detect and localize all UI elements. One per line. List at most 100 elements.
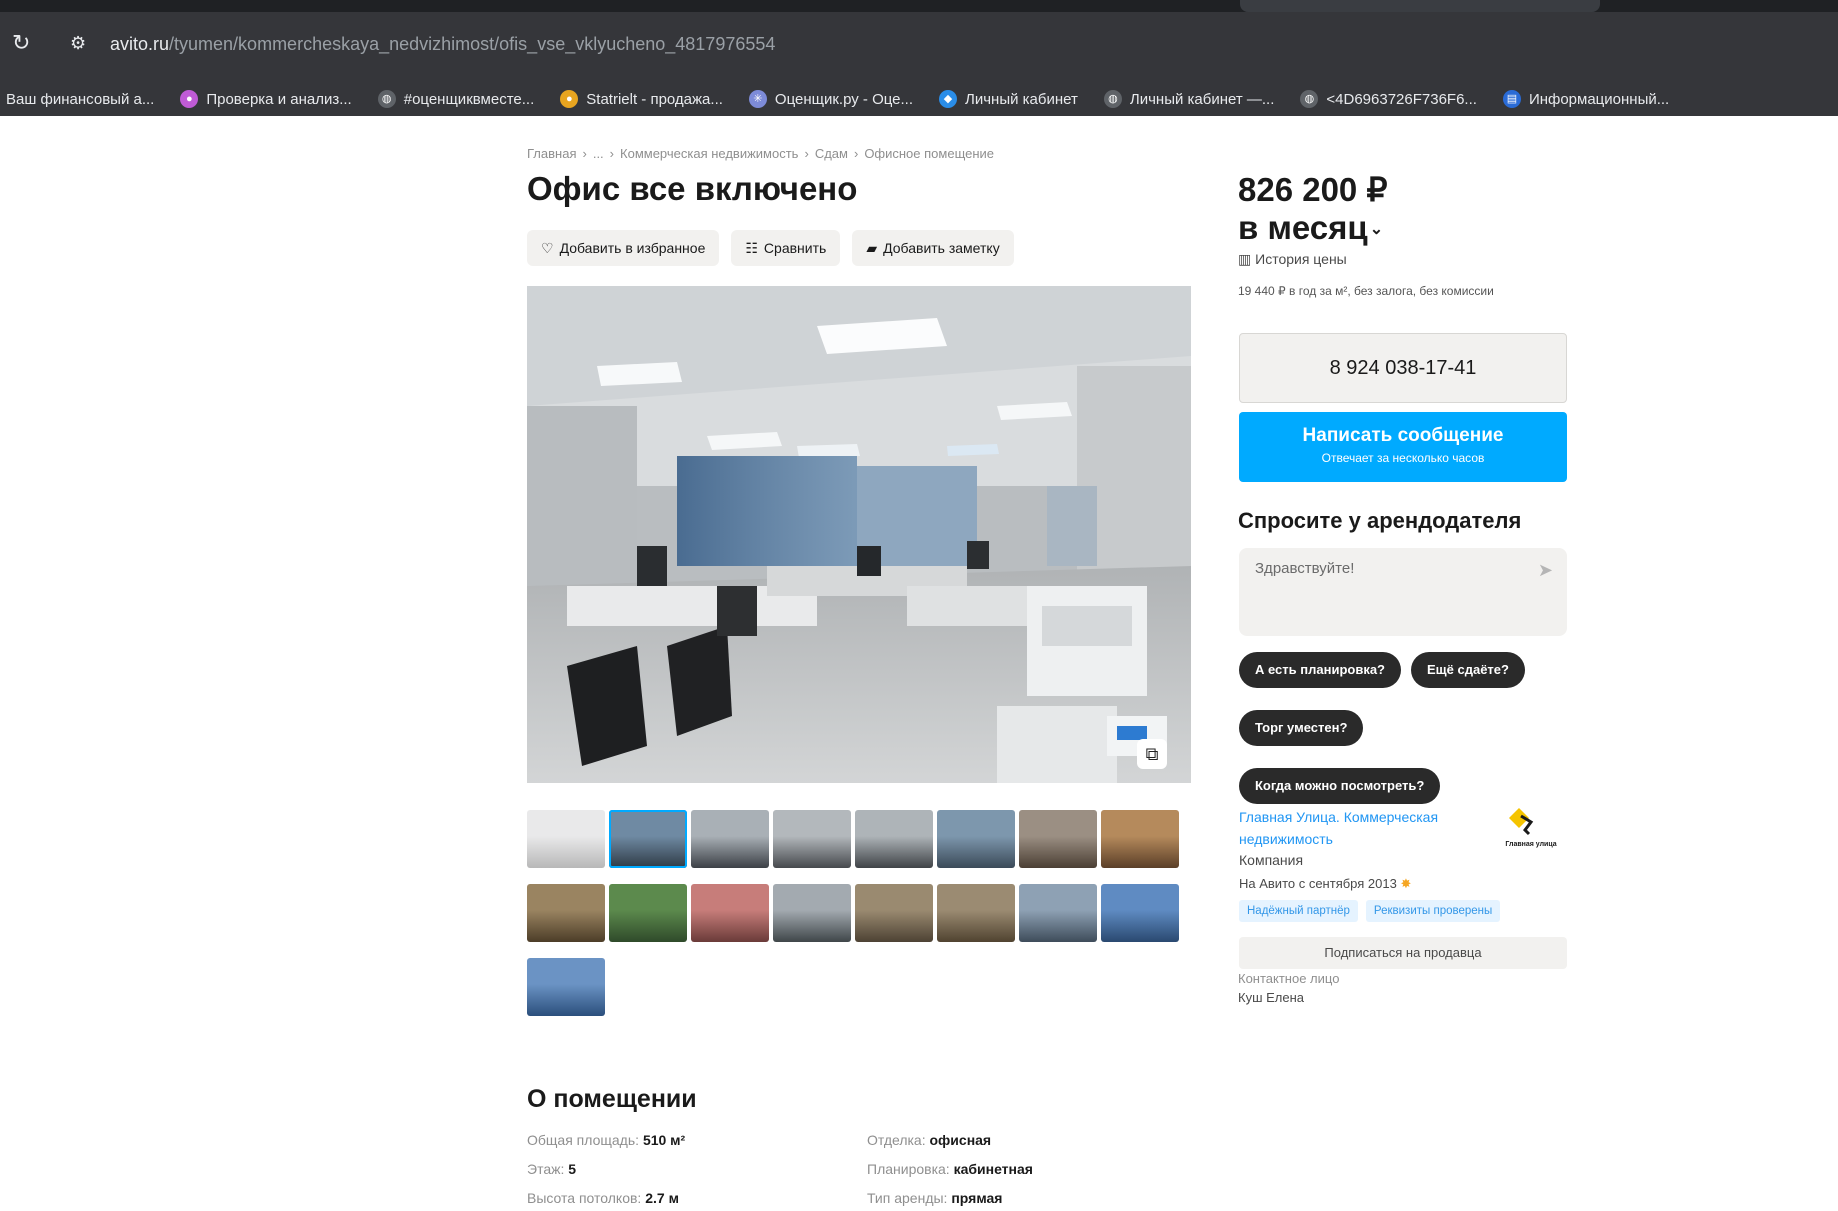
write-message-button[interactable]: Написать сообщение Отвечает за несколько…	[1239, 412, 1567, 482]
seller-badge: Реквизиты проверены	[1365, 900, 1501, 922]
photo-thumbnail[interactable]	[609, 884, 687, 942]
breadcrumb-item[interactable]: Коммерческая недвижимость	[620, 146, 798, 161]
param-row: Общая площадь: 510 м²	[527, 1132, 867, 1148]
globe-icon: ◍	[1300, 90, 1319, 108]
breadcrumb-separator: ›	[582, 146, 587, 161]
chart-icon: ▥	[1238, 251, 1252, 267]
param-row: Тип аренды: прямая	[867, 1190, 1107, 1206]
photo-thumbnail[interactable]	[773, 884, 851, 942]
price-history-label: История цены	[1255, 251, 1347, 267]
photo-thumbnail[interactable]	[691, 884, 769, 942]
bookmark-label: <4D6963726F736F6...	[1326, 90, 1477, 108]
photo-thumbnail[interactable]	[855, 884, 933, 942]
seller-logo[interactable]: Главная улица	[1495, 806, 1567, 852]
listing-actions: ♡ Добавить в избранное ☷ Сравнить ▰ Доба…	[527, 230, 1014, 266]
compare-button[interactable]: ☷ Сравнить	[731, 230, 841, 266]
photo-thumbnail[interactable]	[1019, 810, 1097, 868]
star-icon: ✳	[748, 90, 767, 108]
price-period-selector[interactable]: в месяц ⌄	[1238, 208, 1383, 250]
bookmark-item[interactable]: ◆ Личный кабинет	[939, 90, 1078, 108]
quick-question-chip[interactable]: А есть планировка?	[1239, 652, 1401, 688]
param-value: прямая	[951, 1190, 1003, 1206]
compare-label: Сравнить	[763, 240, 827, 256]
param-key: Планировка:	[867, 1161, 950, 1177]
office-photo	[527, 286, 1191, 783]
bookmark-item[interactable]: ◍ Личный кабинет —...	[1103, 90, 1275, 108]
main-photo[interactable]: ⧉	[527, 286, 1191, 783]
photo-thumbnail[interactable]	[1101, 884, 1179, 942]
show-phone-button[interactable]: 8 924 038-17-41	[1239, 333, 1567, 403]
bookmark-item[interactable]: ✳ Оценщик.ру - Оце...	[748, 90, 913, 108]
seller-logo-text: Главная улица	[1505, 841, 1556, 848]
add-to-favorites-button[interactable]: ♡ Добавить в избранное	[527, 230, 720, 266]
bookmark-item[interactable]: Ваш финансовый а...	[6, 91, 154, 108]
contact-person-label: Контактное лицо	[1238, 971, 1340, 986]
address-bar[interactable]: avito.ru/tyumen/kommercheskaya_nedvizhim…	[110, 34, 775, 55]
seller-since: На Авито с сентября 2013 ✸	[1239, 876, 1411, 892]
photo-thumbnail[interactable]	[937, 884, 1015, 942]
seller-since-text: На Авито с сентября 2013	[1239, 876, 1397, 891]
site-settings-icon[interactable]: ⚙	[70, 32, 94, 54]
about-params: Общая площадь: 510 м² Отделка: офисная Эта…	[527, 1132, 1107, 1206]
bookmark-item[interactable]: ● Statrielt - продажа...	[560, 90, 723, 108]
price-history-link[interactable]: ▥ История цены	[1238, 251, 1347, 268]
breadcrumb-item[interactable]: Главная	[527, 146, 576, 161]
breadcrumb-item[interactable]: Сдам	[815, 146, 848, 161]
note-icon: ▰	[866, 239, 878, 256]
contact-person-name: Куш Елена	[1238, 990, 1305, 1005]
photo-thumbnail[interactable]	[609, 810, 687, 868]
bookmark-item[interactable]: ◍ #оценщиквместе...	[377, 90, 534, 108]
breadcrumb-item[interactable]: ...	[593, 146, 604, 161]
bookmark-item[interactable]: ● Проверка и анализ...	[180, 90, 352, 108]
bookmark-item[interactable]: ◍ <4D6963726F736F6...	[1300, 90, 1477, 108]
photo-thumbnail[interactable]	[527, 810, 605, 868]
photo-thumbnail[interactable]	[527, 958, 605, 1016]
bookmark-label: Личный кабинет —...	[1129, 90, 1275, 108]
param-key: Высота потолков:	[527, 1190, 642, 1206]
photo-thumbnails	[527, 810, 1187, 1016]
param-row: Высота потолков: 2.7 м	[527, 1190, 867, 1206]
param-value: кабинетная	[953, 1161, 1033, 1177]
photo-thumbnail[interactable]	[527, 884, 605, 942]
photo-thumbnail[interactable]	[773, 810, 851, 868]
price-period: в месяц	[1238, 209, 1368, 246]
seller-name-link[interactable]: Главная Улица. Коммерческая недвижимость	[1239, 806, 1479, 850]
photo-thumbnail[interactable]	[855, 810, 933, 868]
quick-question-chip[interactable]: Торг уместен?	[1239, 710, 1364, 746]
bookmark-label: Проверка и анализ...	[206, 90, 352, 108]
quick-question-chip[interactable]: Ещё сдаёте?	[1411, 652, 1525, 688]
bookmark-label: Информационный...	[1528, 90, 1670, 108]
globe-icon: ◍	[1103, 90, 1122, 108]
photo-thumbnail[interactable]	[691, 810, 769, 868]
expand-gallery-icon[interactable]: ⧉	[1137, 739, 1167, 769]
ask-message-input[interactable]: Здравствуйте! ➤	[1239, 548, 1567, 636]
ask-seller-title: Спросите у арендодателя	[1238, 508, 1522, 533]
bookmark-label: Statrielt - продажа...	[586, 90, 723, 108]
note-label: Добавить заметку	[883, 240, 1000, 256]
photo-thumbnail[interactable]	[1101, 810, 1179, 868]
browser-tab[interactable]	[1240, 0, 1600, 12]
reload-icon[interactable]: ↻	[12, 32, 34, 54]
bookmarks-bar: Ваш финансовый а... ● Проверка и анализ...…	[0, 82, 1838, 116]
seller-badges: Надёжный партнёр Реквизиты проверены	[1239, 900, 1501, 922]
doc-icon: ▤	[1502, 90, 1521, 108]
subscribe-seller-button[interactable]: Подписаться на продавца	[1239, 937, 1567, 969]
breadcrumb: Главная ›... › Коммерческая недвижимость › Сд…	[527, 146, 994, 161]
quick-question-chip[interactable]: Когда можно посмотреть?	[1239, 768, 1441, 804]
photo-thumbnail[interactable]	[1019, 884, 1097, 942]
param-value: офисная	[929, 1132, 992, 1148]
photo-thumbnail[interactable]	[937, 810, 1015, 868]
send-icon[interactable]: ➤	[1538, 560, 1553, 581]
param-key: Отделка:	[867, 1132, 926, 1148]
breadcrumb-separator: ›	[804, 146, 809, 161]
param-value: 510 м²	[642, 1132, 686, 1148]
bookmark-item[interactable]: ▤ Информационный...	[1502, 90, 1670, 108]
add-note-button[interactable]: ▰ Добавить заметку	[852, 230, 1014, 266]
circle-icon: ●	[560, 90, 579, 108]
breadcrumb-item[interactable]: Офисное помещение	[864, 146, 994, 161]
ask-message-text: Здравствуйте!	[1255, 560, 1355, 577]
bookmark-label: Личный кабинет	[965, 90, 1078, 108]
heart-icon: ♡	[541, 239, 554, 256]
chevron-down-icon: ⌄	[1369, 221, 1384, 239]
breadcrumb-separator: ›	[609, 146, 615, 161]
